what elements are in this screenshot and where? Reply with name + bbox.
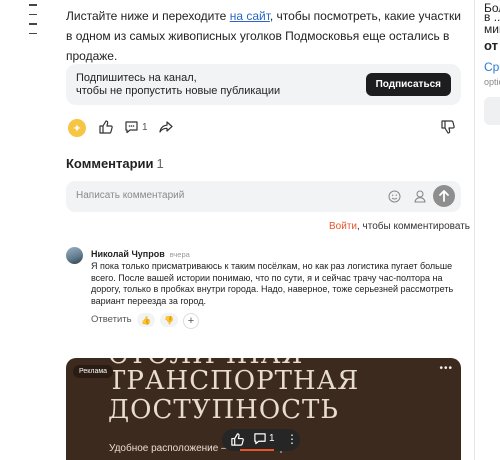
right-sidebar-card: Бол в ... мин от 2 Сро optic — [474, 0, 500, 460]
dislike-icon[interactable] — [440, 119, 456, 135]
comments-title: Комментарии 1 — [66, 156, 164, 171]
sidebar-link[interactable]: Сро — [484, 60, 500, 74]
sidebar-line-3: мин — [484, 22, 500, 36]
share-icon[interactable] — [158, 119, 174, 135]
comment-author: Николай Чупров вчера — [91, 249, 190, 259]
ad-headline-line-2: ТРАНСПОРТНАЯ — [108, 366, 360, 396]
comments-button[interactable]: 1 — [124, 120, 148, 134]
progress-underline — [240, 449, 274, 451]
comments-count: 1 — [142, 121, 148, 133]
intro-text-start: Листайте ниже и переходите — [66, 9, 230, 23]
sidebar-button[interactable] — [484, 97, 500, 125]
avatar[interactable] — [66, 247, 83, 264]
comment-icon — [254, 433, 266, 445]
article-paragraph: Листайте ниже и переходите на сайт, чтоб… — [66, 6, 466, 66]
left-rail — [29, 4, 37, 42]
subscribe-button[interactable]: Подписаться — [365, 73, 451, 96]
login-link[interactable]: Войти — [329, 221, 357, 232]
emoji-icon[interactable] — [388, 190, 401, 203]
subscribe-text-line-2: чтобы не пропустить новые публикации — [76, 85, 281, 97]
reply-button[interactable]: Ответить — [91, 314, 132, 325]
reactions-bar: ✦ 1 — [68, 118, 460, 138]
comment-text: Я пока только присматриваюсь к таким пос… — [91, 261, 454, 306]
subscribe-text-line-1: Подпишитесь на канал, — [76, 72, 197, 84]
comments-title-text: Комментарии — [66, 156, 154, 171]
subscribe-banner: Подпишитесь на канал, чтобы не пропустит… — [66, 64, 461, 105]
comment-placeholder: Написать комментарий — [76, 190, 185, 201]
more-icon[interactable]: ••• — [439, 363, 453, 374]
sticker-icon[interactable] — [413, 189, 427, 203]
thumbs-up-reaction[interactable]: 👍 — [137, 313, 155, 327]
like-icon[interactable] — [230, 432, 245, 447]
subscribe-text: Подпишитесь на канал, чтобы не пропустит… — [76, 72, 326, 98]
comments-button[interactable]: 1 — [253, 432, 275, 445]
comment-icon — [125, 121, 138, 134]
thumbs-down-reaction[interactable]: 👎 — [160, 313, 178, 327]
more-icon[interactable]: ⋮ — [286, 432, 298, 446]
ad-headline-line-3: ДОСТУПНОСТЬ — [108, 395, 339, 425]
comment-time: вчера — [169, 250, 190, 259]
sidebar-price: от 2 — [484, 38, 500, 53]
send-button[interactable] — [433, 185, 455, 207]
ad-badge: Реклама — [73, 365, 114, 378]
floating-comments-count: 1 — [269, 433, 275, 444]
login-prompt: Войти, чтобы комментировать — [329, 221, 470, 232]
site-link[interactable]: на сайт — [230, 9, 270, 23]
comment-actions: Ответить 👍 👎 + — [91, 313, 211, 329]
floating-action-bar: 1 ⋮ — [222, 429, 300, 451]
comment-input[interactable]: Написать комментарий — [66, 181, 461, 212]
comments-title-count: 1 — [156, 156, 164, 171]
star-icon[interactable]: ✦ — [68, 119, 86, 137]
login-suffix: , чтобы комментировать — [356, 221, 470, 232]
arrow-up-icon — [439, 190, 449, 202]
like-icon[interactable] — [98, 119, 114, 135]
author-name[interactable]: Николай Чупров — [91, 249, 165, 259]
sidebar-note: optic — [484, 77, 500, 87]
add-reaction-button[interactable]: + — [183, 313, 199, 329]
